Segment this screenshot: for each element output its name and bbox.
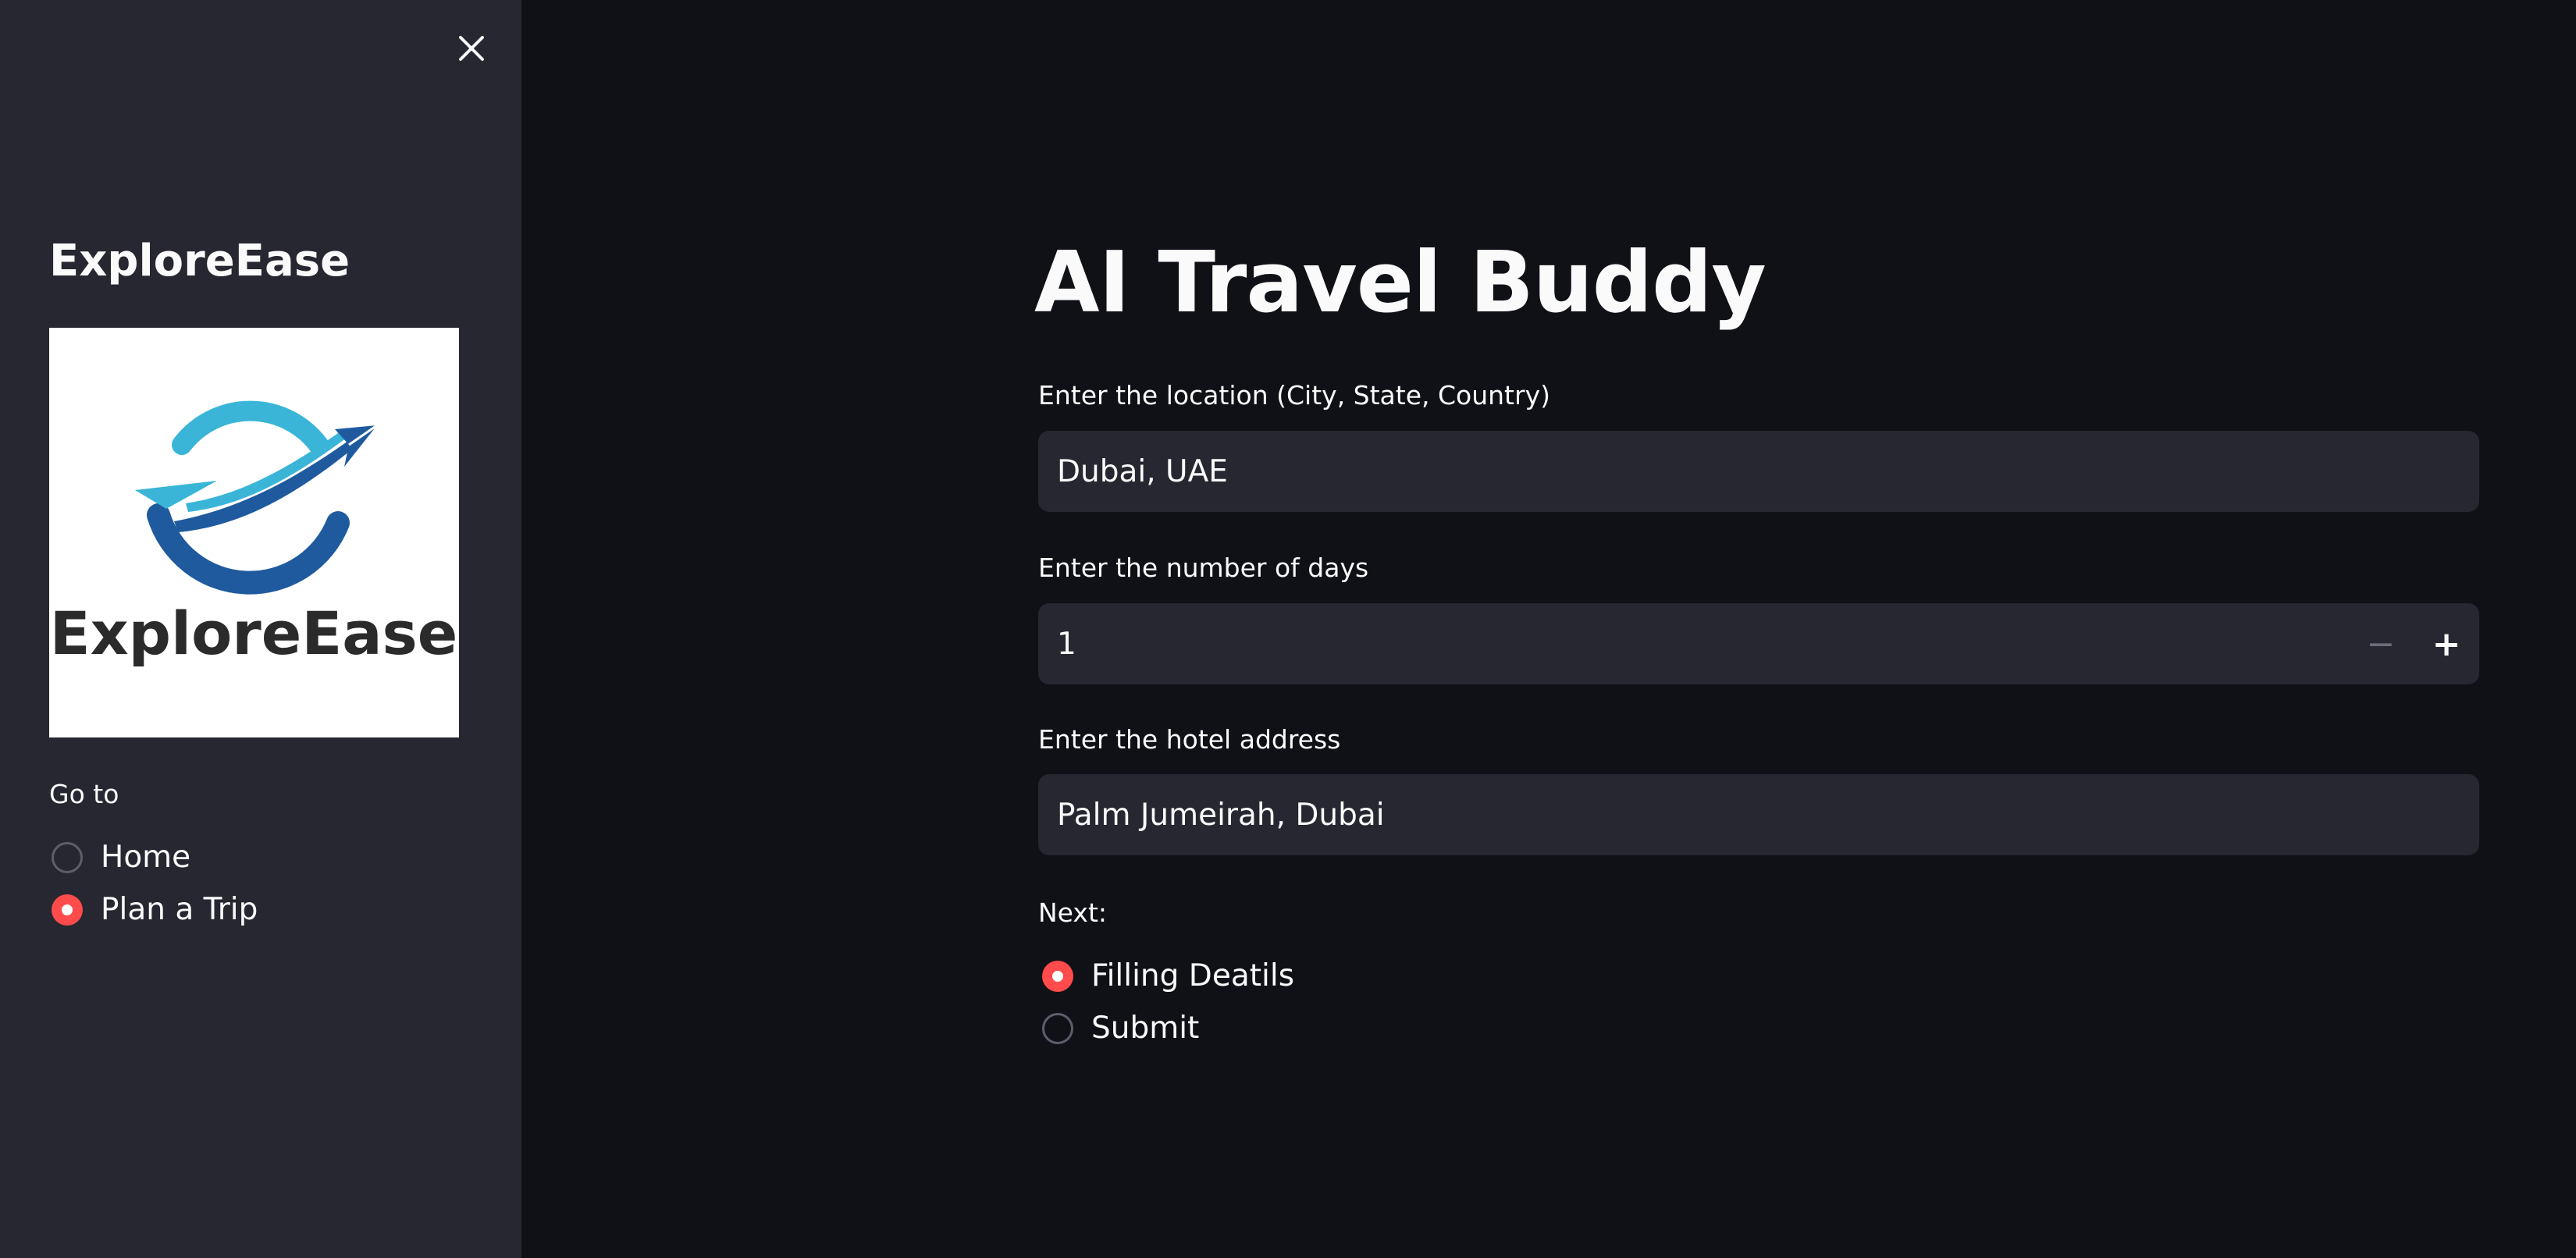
nav-label: Go to — [49, 779, 119, 809]
hotel-label: Enter the hotel address — [1038, 724, 1341, 755]
next-option-filling-details[interactable]: Filling Deatils — [1042, 958, 1294, 993]
next-label: Next: — [1038, 897, 1107, 928]
nav-option-label: Home — [101, 840, 191, 875]
next-option-label: Filling Deatils — [1091, 958, 1295, 993]
brand-logo: ExploreEase — [49, 328, 459, 737]
close-icon — [459, 36, 484, 61]
app-root: ExploreEase ExploreEase Go to Home Plan … — [0, 0, 2576, 1258]
page-title: AI Travel Buddy — [1034, 234, 1767, 332]
radio-unchecked-icon — [1042, 1012, 1073, 1044]
radio-checked-icon — [1042, 960, 1073, 992]
nav-option-home[interactable]: Home — [52, 840, 190, 875]
decrement-button[interactable]: − — [2348, 603, 2414, 684]
hotel-field — [1038, 774, 2479, 855]
logo-wordmark: ExploreEase — [50, 599, 458, 668]
next-option-submit[interactable]: Submit — [1042, 1011, 1199, 1046]
nav-option-plan-a-trip[interactable]: Plan a Trip — [52, 892, 258, 927]
close-sidebar-button[interactable] — [453, 30, 490, 67]
location-input[interactable] — [1038, 431, 2479, 512]
next-option-label: Submit — [1091, 1011, 1200, 1046]
days-input[interactable] — [1038, 603, 2479, 684]
location-field — [1038, 431, 2479, 512]
radio-unchecked-icon — [52, 841, 83, 873]
location-label: Enter the location (City, State, Country… — [1038, 380, 1550, 410]
brand-title: ExploreEase — [49, 236, 350, 286]
increment-button[interactable]: + — [2414, 603, 2479, 684]
airplane-orbit-logo-icon: ExploreEase — [50, 400, 458, 668]
nav-option-label: Plan a Trip — [101, 892, 258, 927]
days-label: Enter the number of days — [1038, 553, 1369, 583]
sidebar: ExploreEase ExploreEase Go to Home Plan … — [0, 0, 521, 1258]
days-stepper: − + — [1038, 603, 2479, 684]
radio-checked-icon — [52, 894, 83, 926]
hotel-input[interactable] — [1038, 774, 2479, 855]
